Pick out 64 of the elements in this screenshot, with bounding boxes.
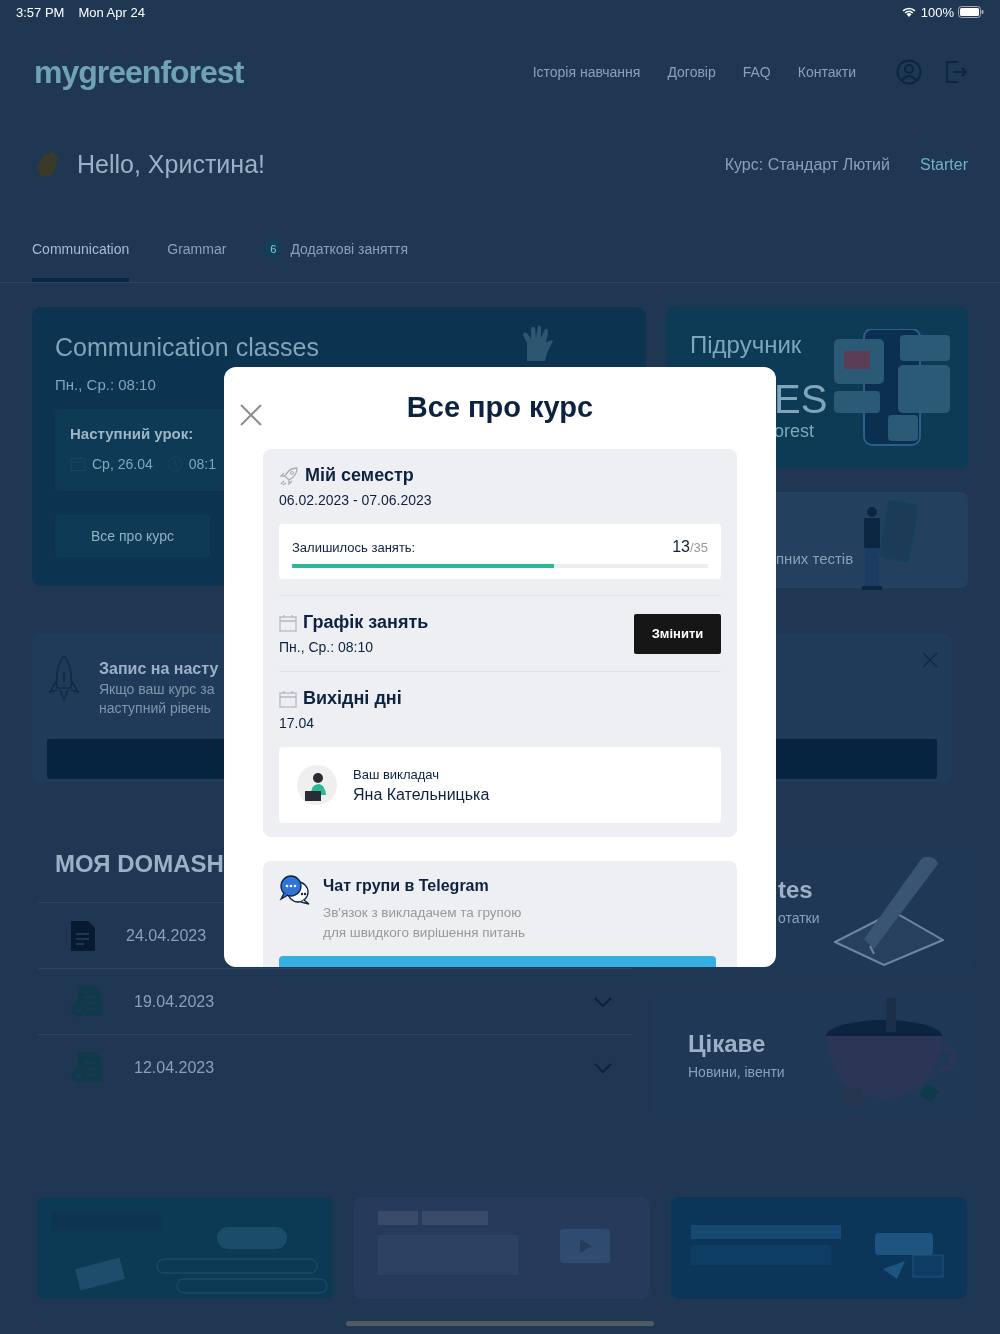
section-title: Вихідні дні [303,688,402,709]
card-title: Цікаве [688,1030,766,1058]
tab[interactable]: 6 Додаткові заняття [264,240,408,282]
chevron-down-icon [594,996,612,1007]
schedule-text: Пн., Ср.: 08:10 [55,376,156,393]
nav-link[interactable]: FAQ [742,64,771,80]
nav-link[interactable]: Історія навчання [532,64,641,80]
wifi-icon [900,6,917,18]
rocket-icon [279,465,299,486]
card-text: пних тестів [776,550,854,567]
lesson-date: Ср, 26.04 [92,456,153,472]
telegram-title: Чат групи в Telegram [323,877,489,895]
calendar-icon [279,689,297,708]
logo: mygreenforest [34,53,244,91]
card-title: Communication classes [55,333,319,362]
homework-date: 24.04.2023 [126,926,207,945]
banner-title: Запис на насту [99,660,219,678]
document-icon [70,919,96,952]
cover-text: orest [774,421,815,442]
banner-text: Якщо ваш курс за [99,681,215,697]
battery-level: 100% [920,4,954,20]
section-title: Мій семестр [305,465,414,486]
progress-label: Залишилось занять: [292,540,416,555]
card-title: Підручник [690,331,802,359]
tab[interactable]: Communication [32,240,130,282]
semester-dates: 06.02.2023 - 07.06.2023 [279,492,432,508]
teacher-name: Яна Кательницька [353,785,490,804]
nav-link[interactable]: Договір [667,64,716,80]
next-lesson-label: Наступний урок: [70,425,195,442]
holiday-date: 17.04 [279,715,315,731]
chevron-down-icon [594,1062,612,1073]
homework-date: 12.04.2023 [134,1058,215,1077]
card-text: Новини, івенти [688,1064,785,1080]
homework-row[interactable]: 19.04.2023 [38,968,632,1034]
section-title: Графік занять [303,612,429,633]
close-icon[interactable] [240,404,262,426]
homework-row[interactable]: 12.04.2023 [38,1034,632,1100]
telegram-description: Зв'язок з викладачем та групою для швидкого вирішення питань [323,904,527,942]
schedule-text: Пн., Ср.: 08:10 [279,639,374,655]
banner-text: наступний рівень [99,700,211,716]
greeting: Hello, Христина! [77,150,265,179]
card-title: tes [778,876,813,904]
lesson-count: 13/35 [672,538,708,556]
course-name: Курс: Стандарт Лютий [724,155,890,174]
dialog-title: Все про курс [406,391,594,425]
avatar-icon [297,765,337,805]
course-level: Starter [920,155,968,174]
calendar-icon [279,613,297,632]
status-time: 3:57 PM [16,4,65,20]
teacher-label: Ваш викладач [353,766,440,782]
change-button[interactable]: Змінити [634,613,721,654]
count-badge: 6 [264,240,283,258]
homework-date: 19.04.2023 [134,992,215,1011]
section-title: МОЯ DOMASH [55,850,224,879]
status-date: Mon Apr 24 [78,4,145,20]
chat-bubbles-icon [279,875,311,905]
battery-icon [958,6,984,18]
tab[interactable]: Grammar [167,240,227,282]
rocket-icon [47,654,81,702]
card-text: отатки [778,910,820,926]
cover-text: ES [774,377,828,421]
nav-link[interactable]: Контакти [797,64,856,80]
lesson-time: 08:1 [188,456,216,472]
course-info-button[interactable]: Все про курс [55,515,210,557]
